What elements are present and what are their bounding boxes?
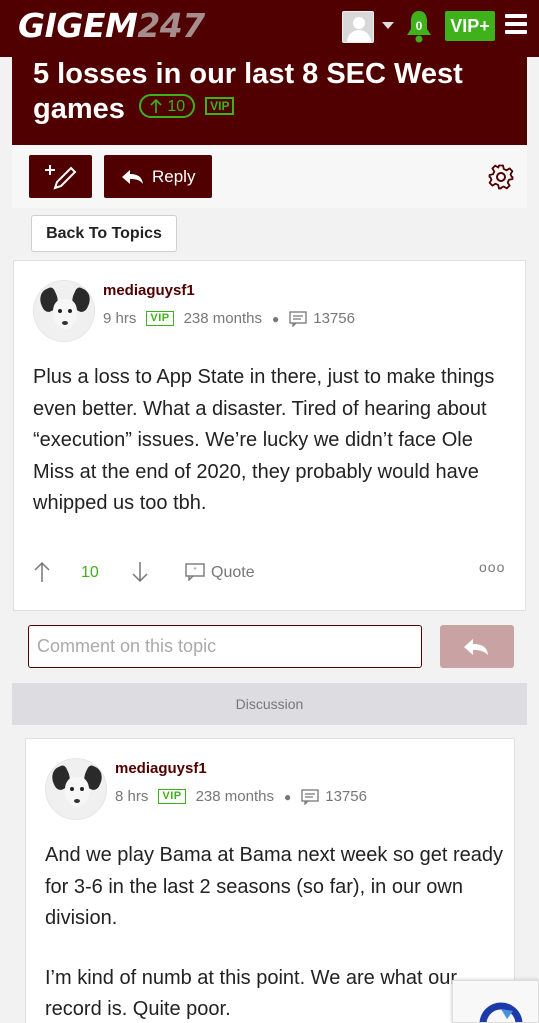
top-navbar: GIGEM247 0 VIP+ [0,0,539,57]
post-meta: 9 hrs VIP 238 months ● 13756 [103,310,355,327]
bell-icon[interactable]: 0 [404,8,434,44]
post-meta: 8 hrs VIP 238 months ● 13756 [115,788,367,805]
vote-count: 10 [81,564,99,581]
dog-nose [74,799,80,803]
topic-title-wrap: 5 losses in our last 8 SEC West games 10… [33,57,523,127]
menu-icon[interactable] [505,14,527,34]
reply-post-card: mediaguysf1 8 hrs VIP 238 months ● 13756… [25,738,515,1023]
avatar-body-shape [347,30,371,42]
recaptcha-icon [479,1002,523,1022]
topic-title: 5 losses in our last 8 SEC West games [33,58,463,125]
more-options[interactable]: ooo [479,559,505,575]
post-count: 13756 [325,788,367,805]
dog-eye-left [70,787,74,791]
topic-toolbar: Reply [12,145,527,208]
original-post-card: mediaguysf1 9 hrs VIP 238 months ● 13756… [13,260,526,611]
pencil-plus-icon [45,165,77,190]
recaptcha-badge[interactable] [452,980,539,1023]
poster-avatar[interactable] [33,280,95,342]
new-topic-button[interactable] [29,155,92,198]
dog-eye-left [58,309,62,313]
quote-button[interactable]: Quote [211,564,255,582]
reply-arrow-icon [464,639,488,655]
poster-username[interactable]: mediaguysf1 [103,282,195,299]
dog-nose [62,321,68,325]
vip-badge: VIP [158,789,186,804]
post-time: 9 hrs [103,310,137,327]
arrow-up-icon [150,99,162,114]
member-tenure: 238 months [183,310,262,327]
downvote-icon[interactable] [131,561,149,583]
discussion-header: Discussion [12,683,527,725]
chevron-down-icon[interactable] [382,22,394,29]
topic-header: 5 losses in our last 8 SEC West games 10… [12,57,527,145]
quote-icon[interactable]: " [185,563,205,581]
dog-eye-right [68,309,72,313]
member-tenure: 238 months [195,788,274,805]
notification-count: 0 [416,19,423,33]
dog-eye-right [80,787,84,791]
reply-arrow-icon [122,169,143,184]
reply-label: Reply [152,166,196,186]
poster-username[interactable]: mediaguysf1 [115,760,207,777]
posts-icon [289,310,307,327]
vip-badge: VIP [146,311,174,326]
send-comment-button[interactable] [440,625,514,668]
user-avatar[interactable] [342,11,374,43]
reply-button[interactable]: Reply [104,155,212,198]
logo-main: GIGEM [18,6,138,45]
post-time: 8 hrs [115,788,149,805]
site-logo[interactable]: GIGEM247 [18,6,205,45]
topic-vote-count: 10 [167,97,186,115]
poster-avatar[interactable] [45,758,107,820]
post-paragraph: And we play Bama at Bama next week so ge… [45,844,504,929]
topic-vip-badge: VIP [205,97,235,116]
post-body: And we play Bama at Bama next week so ge… [45,840,505,1023]
post-count: 13756 [313,310,355,327]
post-paragraph: I’m kind of numb at this point. We are w… [45,966,458,1021]
back-to-topics-button[interactable]: Back To Topics [31,215,177,252]
posts-icon [301,788,319,805]
comment-input[interactable] [28,625,422,668]
separator-dot: ● [271,311,280,326]
post-body: Plus a loss to App State in there, just … [33,366,495,514]
gear-icon[interactable] [488,164,514,190]
vip-plus-button[interactable]: VIP+ [445,11,495,41]
separator-dot: ● [283,789,292,804]
logo-number: 247 [137,6,205,45]
svg-text:": " [193,566,196,576]
upvote-icon[interactable] [33,561,51,583]
post-actions: 10 " Quote ooo [33,559,513,589]
topic-vote-badge: 10 [138,94,196,119]
avatar-head-shape [353,17,365,29]
